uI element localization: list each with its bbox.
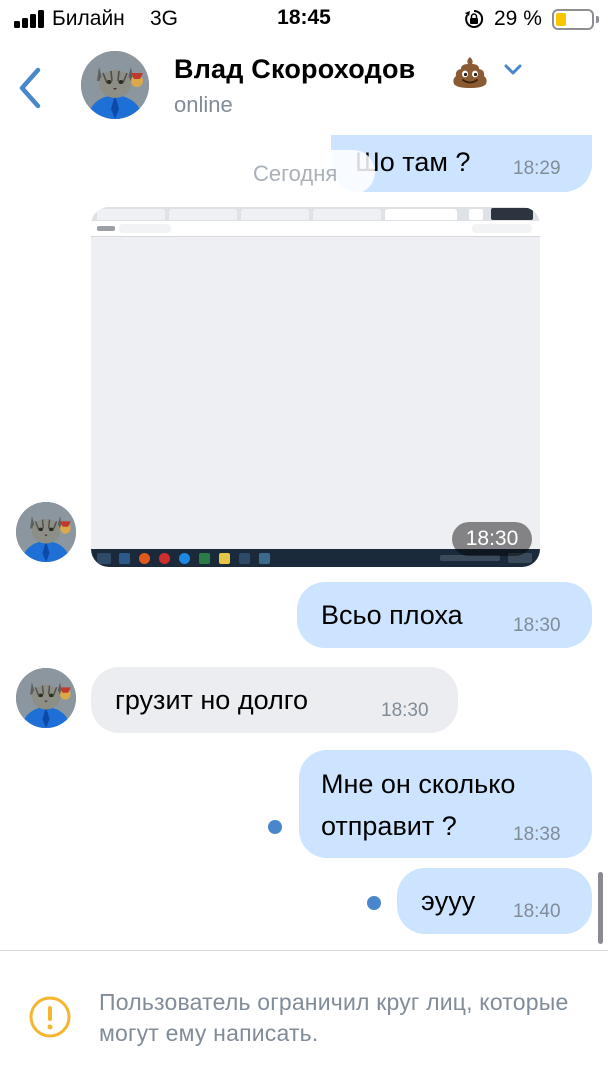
message-bubble-outgoing[interactable]: Мне он сколько отправит ? 18:38: [299, 750, 592, 858]
unread-indicator: [367, 896, 381, 910]
message-time: 18:30: [381, 700, 429, 721]
message-text: грузит но долго: [115, 685, 309, 715]
battery-percentage: 29 %: [494, 7, 542, 30]
cat-avatar-icon: [16, 502, 76, 562]
message-time: 18:40: [513, 901, 561, 922]
contact-avatar[interactable]: [16, 502, 76, 562]
pile-of-poo-emoji-icon: [453, 57, 487, 88]
date-separator: Сегодня: [253, 161, 338, 186]
restriction-text: Пользователь ограничил круг лиц, которые…: [99, 989, 569, 1046]
message-bubble-incoming[interactable]: грузит но долго 18:30: [91, 667, 458, 733]
chat-screen: Шо там ? 18:29 Сегодня 18:30 Всьо плоха …: [0, 0, 608, 1080]
battery-icon: [552, 9, 594, 30]
contact-name[interactable]: Влад Скороходов: [174, 54, 415, 85]
contact-status: online: [174, 92, 233, 117]
battery-tip: [596, 16, 599, 23]
restriction-notice: Пользователь ограничил круг лиц, которые…: [0, 950, 608, 1080]
message-time: 18:29: [513, 158, 561, 179]
contact-avatar[interactable]: [81, 51, 149, 119]
photo-browser-tabbar: [91, 207, 540, 221]
message-list[interactable]: Шо там ? 18:29 Сегодня 18:30 Всьо плоха …: [0, 0, 608, 950]
message-bubble-outgoing[interactable]: Всьо плоха 18:30: [297, 582, 592, 648]
photo-time-badge: 18:30: [452, 522, 532, 556]
cat-avatar-icon: [16, 668, 76, 728]
message-text: Всьо плоха: [321, 600, 463, 630]
scrollbar[interactable]: [598, 872, 603, 944]
message-text-line: отправит ?: [321, 811, 457, 841]
cat-avatar-icon: [81, 51, 149, 119]
orientation-lock-icon: [465, 9, 484, 28]
message-text: эууу: [421, 886, 476, 916]
message-time: 18:30: [513, 615, 561, 636]
chevron-down-icon[interactable]: [502, 62, 524, 78]
message-text-line: Мне он сколько: [321, 769, 516, 799]
message-photo[interactable]: [91, 207, 540, 567]
photo-browser-addressbar: [91, 221, 540, 237]
message-time: 18:38: [513, 824, 561, 845]
chat-header: Влад Скороходов online: [0, 40, 608, 135]
message-bubble-outgoing[interactable]: эууу 18:40: [397, 868, 592, 934]
warning-icon: [29, 996, 71, 1038]
contact-avatar[interactable]: [16, 668, 76, 728]
back-arrow-icon[interactable]: [10, 60, 50, 116]
unread-indicator: [268, 820, 282, 834]
battery-level: [556, 13, 566, 26]
status-bar: Билайн 3G 18:45 29 %: [0, 0, 608, 40]
